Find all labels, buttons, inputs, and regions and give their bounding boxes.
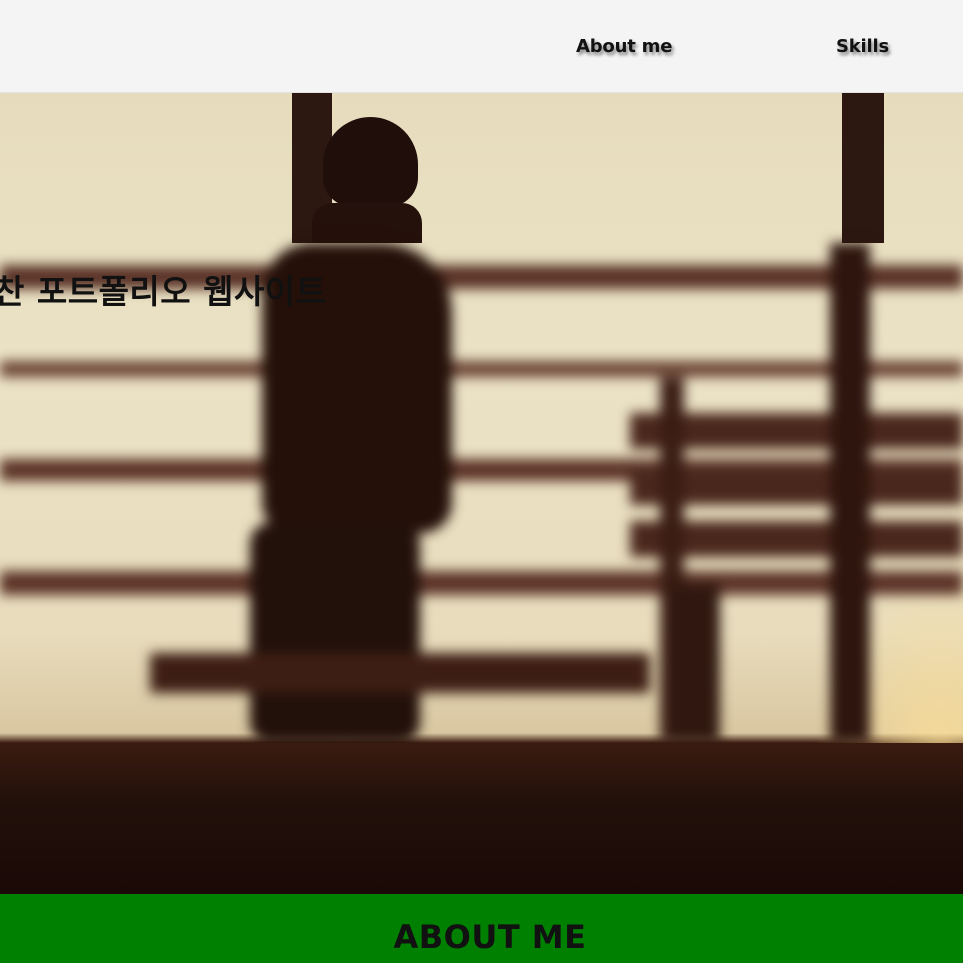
top-navbar: About me Skills: [0, 0, 963, 93]
hero-photo-bottom: [0, 743, 963, 894]
hero-photo-middle: [0, 243, 963, 743]
nav-link-about-me[interactable]: About me: [576, 36, 672, 57]
hero-section: 찬 포트폴리오 웹사이트: [0, 93, 963, 894]
hero-title: 찬 포트폴리오 웹사이트: [0, 272, 327, 311]
hero-photo-top: [0, 93, 963, 243]
nav-link-skills[interactable]: Skills: [836, 36, 889, 57]
about-me-heading: ABOUT ME: [393, 918, 587, 956]
about-me-section: ABOUT ME: [0, 894, 963, 963]
